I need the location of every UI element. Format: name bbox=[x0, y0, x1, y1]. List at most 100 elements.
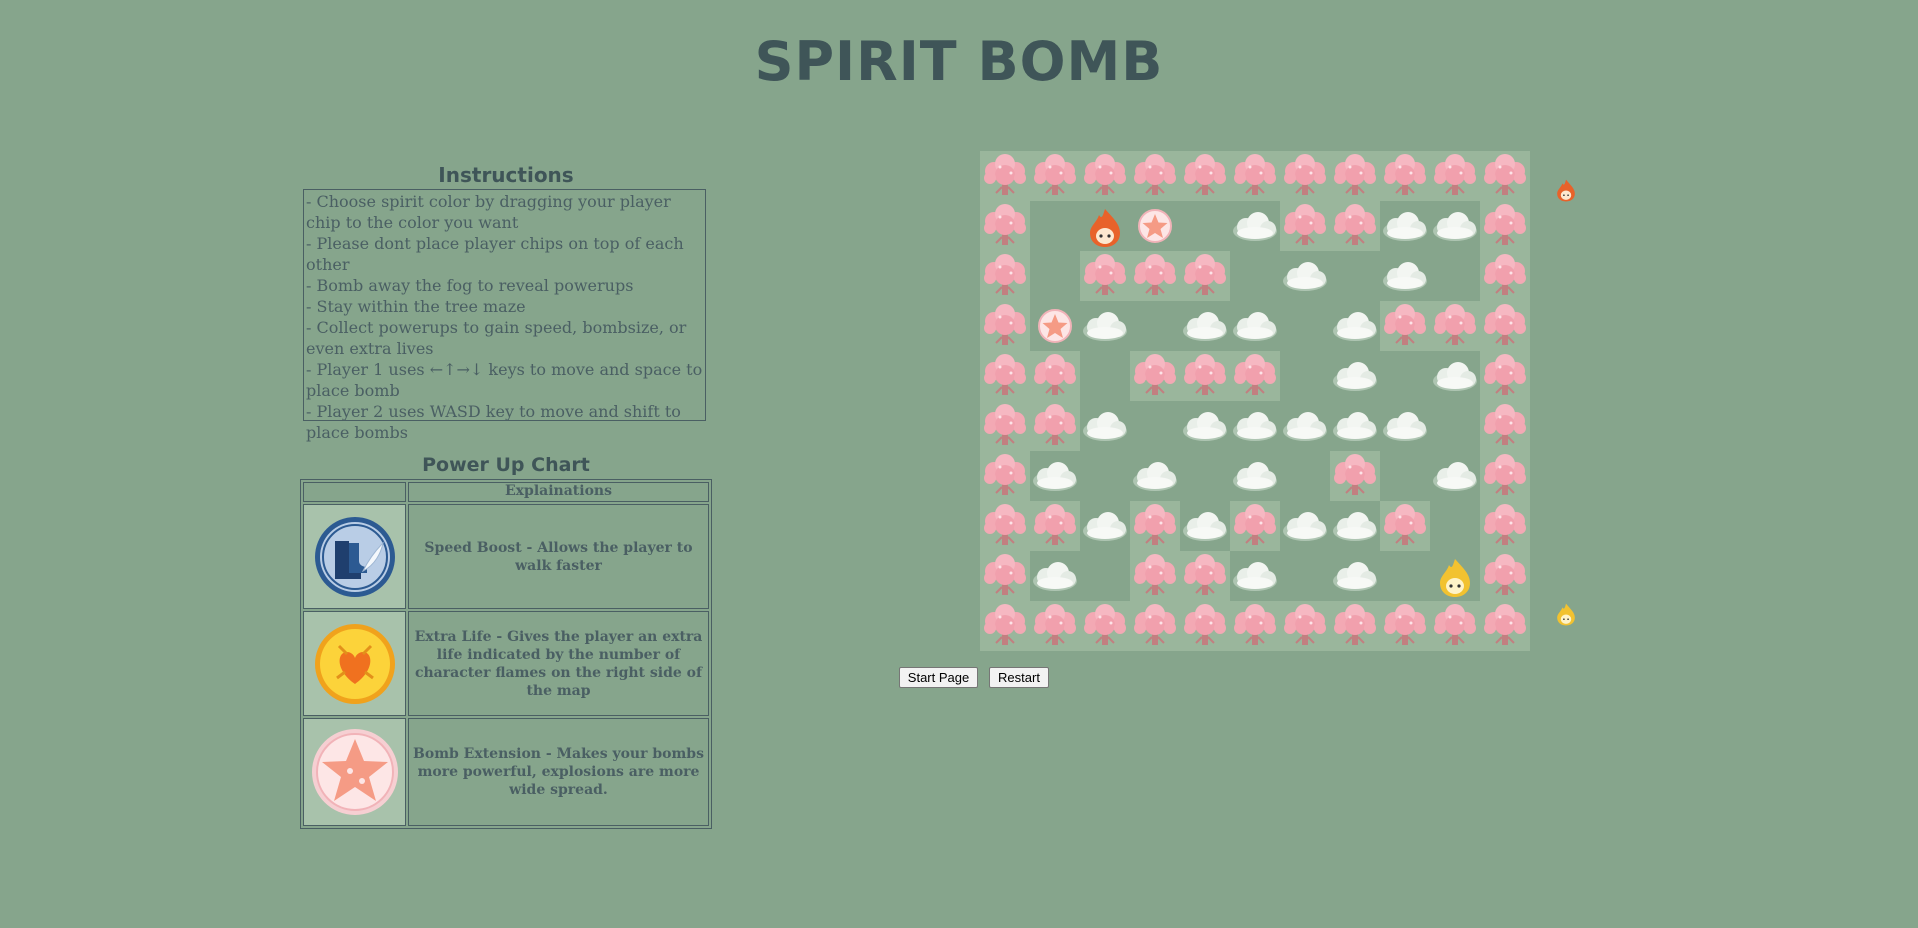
tree-tile bbox=[1380, 501, 1430, 551]
tree-tile bbox=[980, 501, 1030, 551]
empty-tile bbox=[1280, 301, 1330, 351]
tree-tile bbox=[980, 551, 1030, 601]
tree-tile bbox=[1480, 251, 1530, 301]
fog-tile bbox=[1330, 551, 1380, 601]
fog-tile bbox=[1330, 401, 1380, 451]
empty-tile bbox=[1280, 451, 1330, 501]
fog-tile bbox=[1080, 401, 1130, 451]
tree-tile bbox=[1480, 501, 1530, 551]
empty-tile bbox=[1280, 551, 1330, 601]
empty-tile bbox=[1230, 251, 1280, 301]
tree-tile bbox=[1230, 601, 1280, 651]
tree-tile bbox=[1480, 351, 1530, 401]
fog-tile bbox=[1430, 451, 1480, 501]
tree-tile bbox=[1380, 601, 1430, 651]
tree-tile bbox=[980, 201, 1030, 251]
tree-tile bbox=[1180, 151, 1230, 201]
tree-tile bbox=[980, 451, 1030, 501]
extra-life-icon-cell bbox=[303, 611, 406, 716]
fog-tile bbox=[1330, 501, 1380, 551]
tree-tile bbox=[980, 351, 1030, 401]
fog-tile bbox=[1230, 301, 1280, 351]
tree-tile bbox=[1180, 551, 1230, 601]
tree-tile bbox=[1180, 351, 1230, 401]
tree-tile bbox=[980, 251, 1030, 301]
fog-tile bbox=[1180, 501, 1230, 551]
tree-tile bbox=[1130, 151, 1180, 201]
empty-tile bbox=[1380, 351, 1430, 401]
instruction-line: - Collect powerups to gain speed, bombsi… bbox=[306, 318, 687, 358]
tree-tile bbox=[1280, 151, 1330, 201]
tree-tile bbox=[1180, 251, 1230, 301]
speed-boost-icon bbox=[314, 516, 395, 597]
instruction-line: - Player 2 uses WASD key to move and shi… bbox=[306, 402, 681, 442]
bomb-extension-icon-cell bbox=[303, 718, 406, 826]
header-blank-cell bbox=[303, 482, 406, 502]
empty-tile bbox=[1030, 201, 1080, 251]
empty-tile bbox=[1430, 501, 1480, 551]
empty-tile bbox=[1180, 201, 1230, 251]
tree-tile bbox=[1230, 501, 1280, 551]
player2-life-flame bbox=[1553, 601, 1579, 631]
tree-tile bbox=[1130, 251, 1180, 301]
tree-tile bbox=[1430, 601, 1480, 651]
bomb-extension-powerup-tile bbox=[1030, 301, 1080, 351]
tree-tile bbox=[1430, 151, 1480, 201]
tree-tile bbox=[1480, 601, 1530, 651]
player1-life-flame bbox=[1553, 177, 1579, 207]
empty-tile bbox=[1080, 451, 1130, 501]
empty-tile bbox=[1380, 451, 1430, 501]
tree-tile bbox=[1180, 601, 1230, 651]
fog-tile bbox=[1030, 451, 1080, 501]
start-page-button[interactable]: Start Page bbox=[899, 667, 978, 688]
tree-tile bbox=[1230, 151, 1280, 201]
instruction-line: - Player 1 uses ←↑→↓ keys to move and sp… bbox=[306, 360, 703, 400]
tree-tile bbox=[1330, 451, 1380, 501]
empty-tile bbox=[1080, 551, 1130, 601]
fog-tile bbox=[1380, 251, 1430, 301]
instruction-line: - Please dont place player chips on top … bbox=[306, 234, 684, 274]
tree-tile bbox=[1480, 201, 1530, 251]
tree-tile bbox=[1080, 151, 1130, 201]
tree-tile bbox=[1280, 601, 1330, 651]
fog-tile bbox=[1030, 551, 1080, 601]
tree-tile bbox=[1130, 501, 1180, 551]
tree-tile bbox=[1280, 201, 1330, 251]
powerup-chart-table: Explainations Speed Boost - Allows the p… bbox=[300, 479, 712, 829]
fog-tile bbox=[1280, 501, 1330, 551]
tree-tile bbox=[1480, 301, 1530, 351]
tree-tile bbox=[1030, 501, 1080, 551]
fog-tile bbox=[1130, 451, 1180, 501]
game-title: SPIRIT BOMB bbox=[754, 30, 1164, 93]
fog-tile bbox=[1230, 451, 1280, 501]
tree-tile bbox=[1480, 451, 1530, 501]
fog-tile bbox=[1380, 401, 1430, 451]
tree-tile bbox=[1030, 351, 1080, 401]
tree-tile bbox=[980, 401, 1030, 451]
fog-tile bbox=[1230, 551, 1280, 601]
tree-tile bbox=[1480, 151, 1530, 201]
player1-chip[interactable] bbox=[1080, 201, 1130, 251]
tree-tile bbox=[1080, 251, 1130, 301]
speed-boost-description: Speed Boost - Allows the player to walk … bbox=[408, 504, 709, 609]
empty-tile bbox=[1080, 351, 1130, 401]
empty-tile bbox=[1130, 301, 1180, 351]
bomb-extension-icon bbox=[311, 729, 398, 815]
tree-tile bbox=[1030, 601, 1080, 651]
fog-tile bbox=[1430, 351, 1480, 401]
bomb-extension-description: Bomb Extension - Makes your bombs more p… bbox=[408, 718, 709, 826]
empty-tile bbox=[1030, 251, 1080, 301]
restart-button[interactable]: Restart bbox=[989, 667, 1049, 688]
tree-tile bbox=[1130, 351, 1180, 401]
tree-tile bbox=[1230, 351, 1280, 401]
fog-tile bbox=[1330, 301, 1380, 351]
fog-tile bbox=[1280, 251, 1330, 301]
tree-tile bbox=[1330, 201, 1380, 251]
tree-tile bbox=[980, 301, 1030, 351]
instruction-line: - Bomb away the fog to reveal powerups bbox=[306, 276, 634, 295]
empty-tile bbox=[1130, 401, 1180, 451]
extra-life-icon bbox=[314, 623, 395, 704]
fog-tile bbox=[1280, 401, 1330, 451]
empty-tile bbox=[1380, 551, 1430, 601]
player2-chip[interactable] bbox=[1430, 551, 1480, 601]
